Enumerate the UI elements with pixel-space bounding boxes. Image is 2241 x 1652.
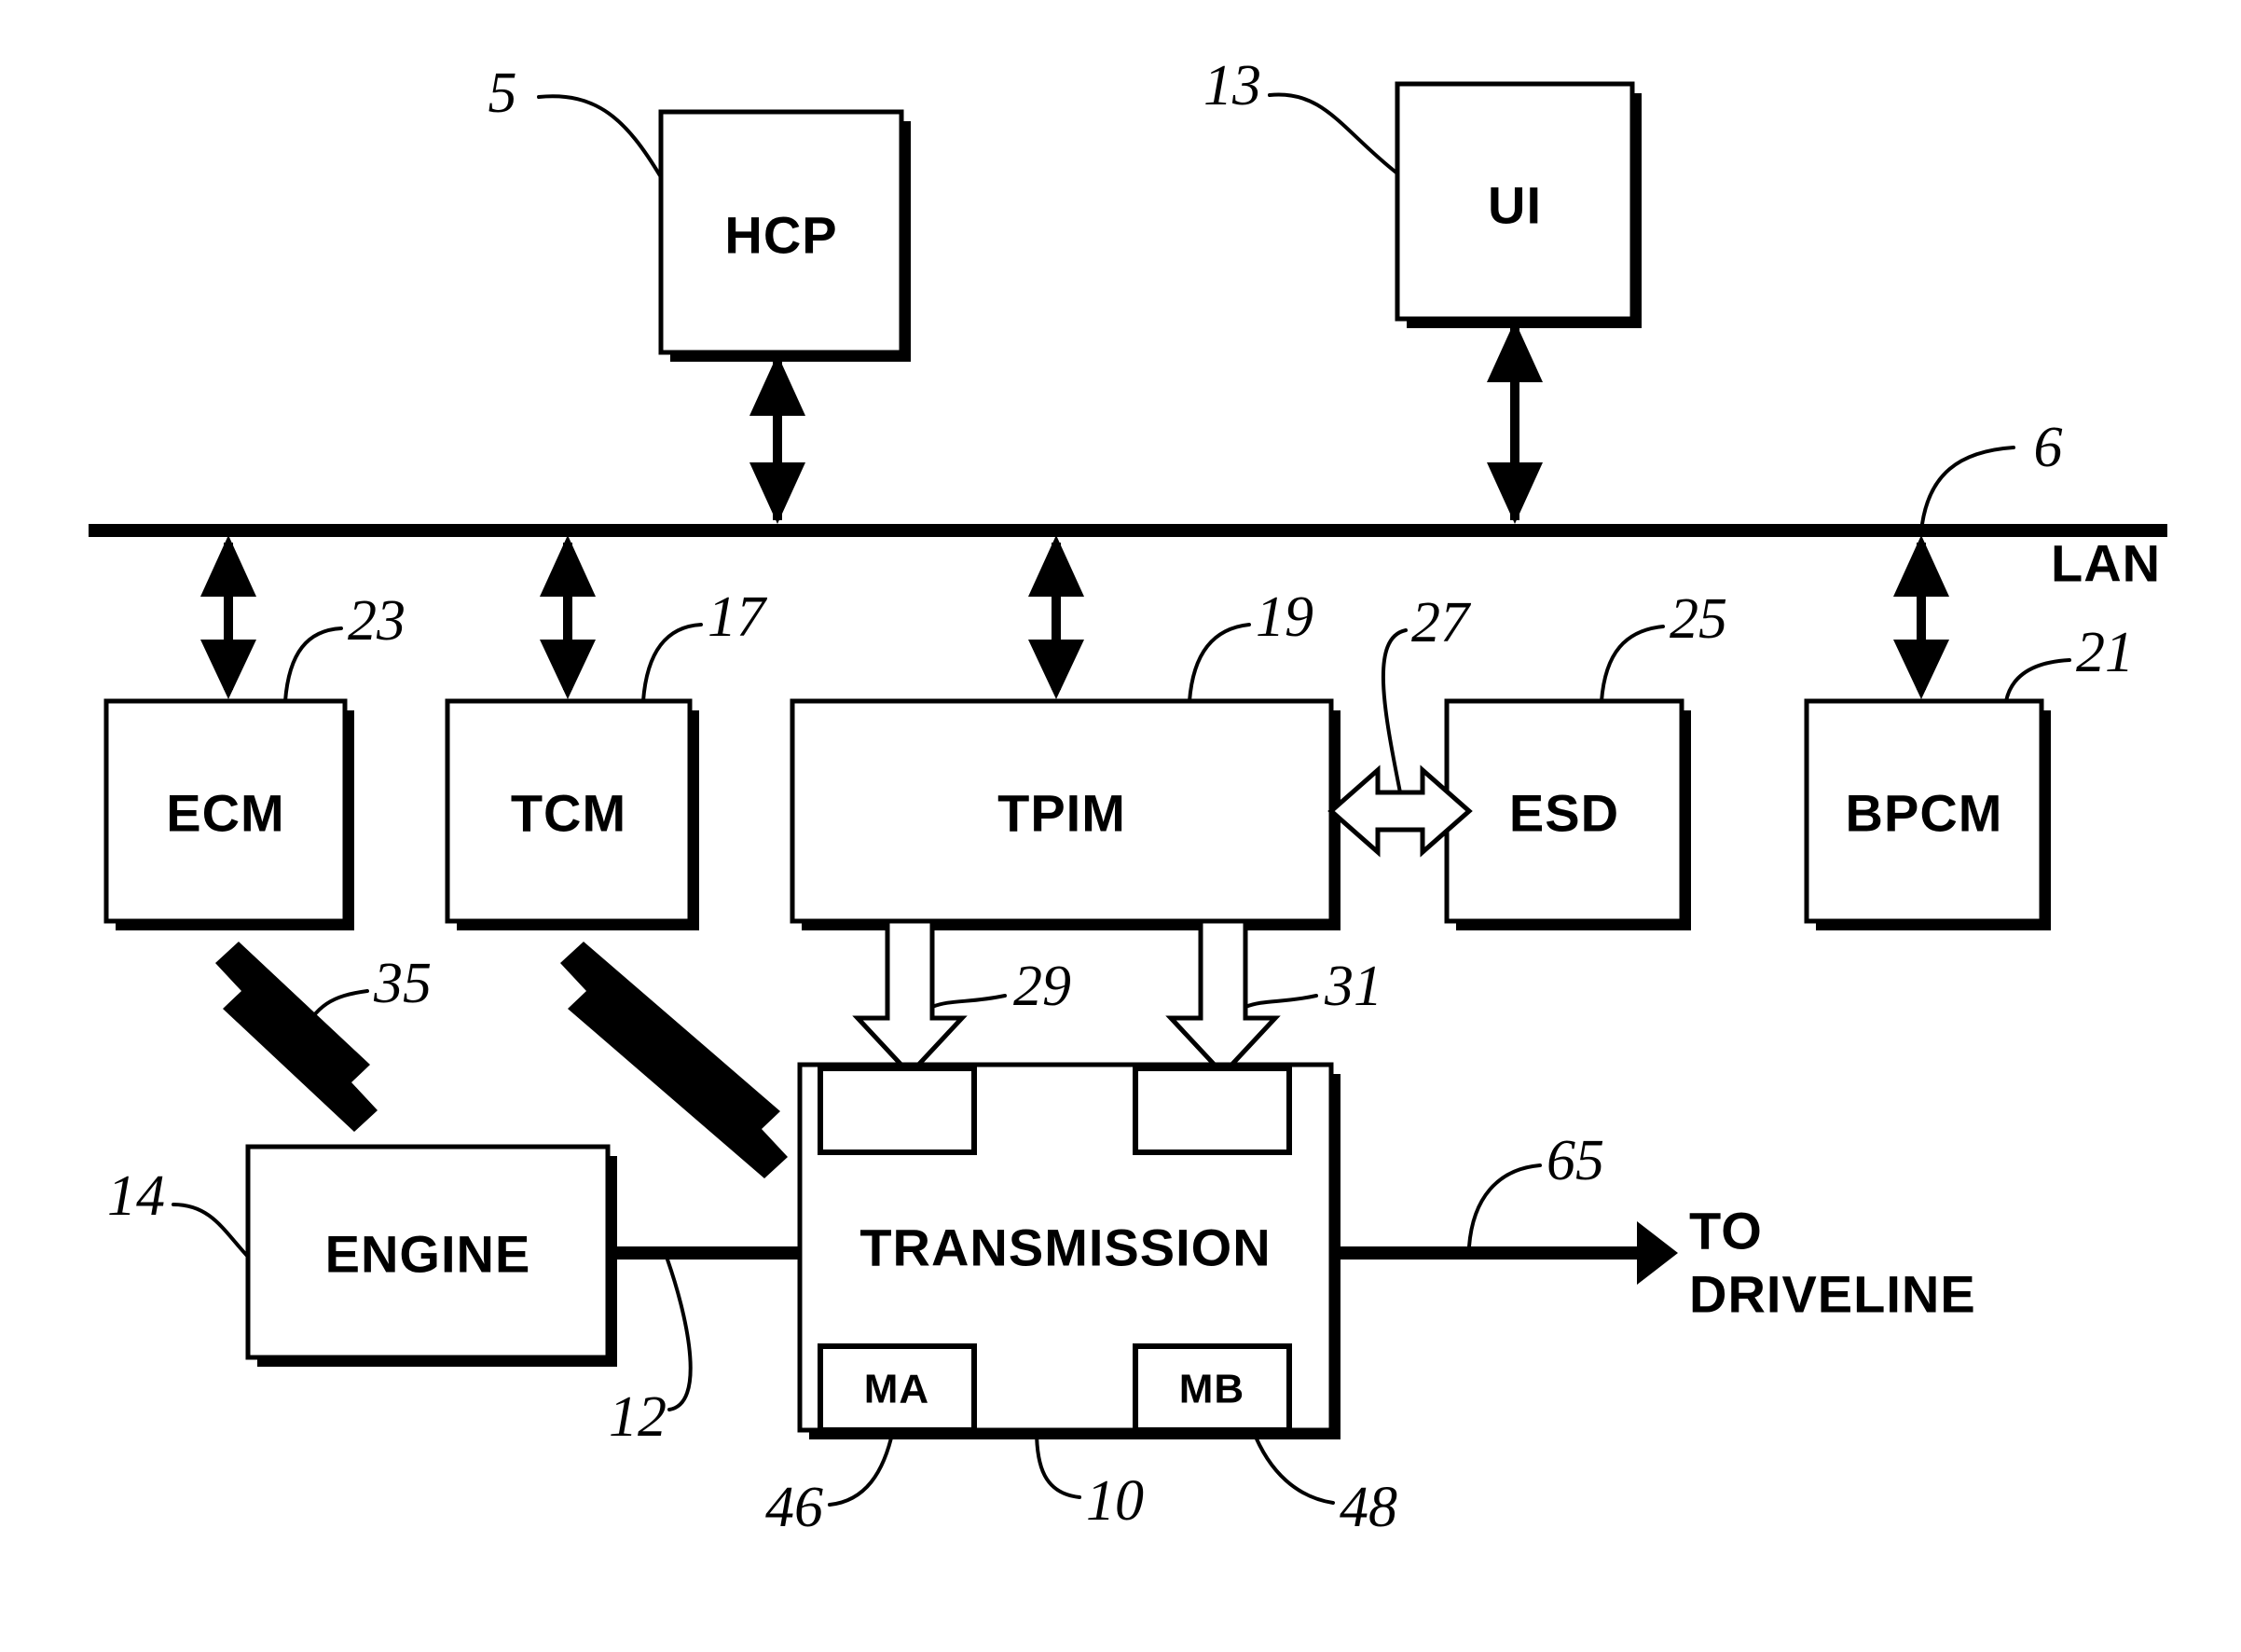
ref-25-group: 25: [1600, 587, 1727, 703]
ref-19-leader: [1188, 623, 1251, 703]
ref-13-group: 13: [1203, 54, 1399, 175]
lan-bus-line: [89, 524, 2167, 537]
connector-tpim-machine-b: [1165, 918, 1281, 1078]
block-engine[interactable]: ENGINE: [245, 1144, 617, 1367]
connector-lan-ecm: [200, 535, 256, 699]
engine-output-shaft: [608, 1246, 800, 1260]
connector-tcm-transmission: [560, 942, 788, 1178]
ref-21-leader: [2004, 658, 2071, 703]
ref-48-leader: [1251, 1428, 1335, 1505]
ref-17: 17: [708, 585, 768, 649]
ref-19: 19: [1256, 585, 1313, 649]
block-ui[interactable]: UI: [1395, 81, 1642, 328]
ref-6-group: 6: [1920, 416, 2063, 526]
ref-31-group: 31: [1244, 955, 1382, 1018]
tpim-mb-arrow: [1165, 918, 1281, 1078]
block-esd[interactable]: ESD: [1444, 698, 1691, 930]
ref-17-leader: [641, 623, 703, 703]
driveline-label-line1: TO: [1689, 1202, 1763, 1260]
machine-a-label: MA: [864, 1367, 929, 1412]
block-tcm[interactable]: TCM: [445, 698, 699, 930]
ref-29: 29: [1013, 955, 1071, 1018]
ref-21: 21: [2076, 621, 2134, 684]
ref-46: 46: [765, 1476, 823, 1539]
ref-65: 65: [1547, 1129, 1604, 1192]
ref-23-group: 23: [283, 589, 406, 703]
ref-5-leader: [537, 94, 663, 179]
ref-17-group: 17: [641, 585, 768, 703]
ref-48-group: 48: [1251, 1428, 1397, 1539]
transmission-label: TRANSMISSION: [859, 1218, 1271, 1277]
tcm-label: TCM: [511, 784, 626, 843]
ref-10: 10: [1086, 1469, 1144, 1533]
tpim-label: TPIM: [997, 784, 1126, 843]
connector-ecm-engine: [215, 942, 378, 1132]
ref-29-leader: [930, 994, 1007, 1009]
ref-5: 5: [488, 62, 517, 125]
ref-25: 25: [1670, 587, 1727, 651]
connector-ui-lan: [1487, 321, 1543, 524]
block-tpim[interactable]: TPIM: [790, 698, 1340, 930]
patent-block-diagram: HCP 5 UI 13 LAN 6 ECM 23 TCM 17 TPIM 19 …: [89, 54, 2167, 1539]
transmission-inner-top-right: [1133, 1066, 1292, 1155]
ref-46-leader: [828, 1428, 895, 1507]
ref-12-group: 12: [609, 1258, 693, 1449]
ref-14-group: 14: [107, 1164, 250, 1259]
ref-23-leader: [283, 626, 343, 703]
connector-lan-bpcm: [1893, 535, 1949, 699]
ref-48: 48: [1340, 1476, 1397, 1539]
block-transmission[interactable]: TRANSMISSION MA MB: [797, 1062, 1340, 1439]
ref-14: 14: [107, 1164, 165, 1228]
block-hcp[interactable]: HCP: [658, 109, 911, 362]
ref-46-group: 46: [765, 1428, 895, 1539]
ui-label: UI: [1488, 176, 1542, 235]
ref-21-group: 21: [2004, 621, 2134, 703]
connector-hcp-lan: [749, 354, 805, 524]
ref-10-group: 10: [1035, 1428, 1144, 1533]
ref-13-leader: [1268, 92, 1399, 175]
connector-tpim-machine-a: [852, 918, 968, 1078]
esd-label: ESD: [1509, 784, 1619, 843]
connector-lan-tpim: [1028, 535, 1084, 699]
ref-19-group: 19: [1188, 585, 1313, 703]
ref-35: 35: [373, 952, 432, 1015]
ref-5-group: 5: [488, 62, 663, 179]
ref-6: 6: [2034, 416, 2063, 479]
ref-65-leader: [1467, 1163, 1542, 1248]
ref-27: 27: [1411, 591, 1472, 654]
hcp-label: HCP: [724, 206, 837, 265]
machine-b-label: MB: [1179, 1367, 1244, 1412]
ref-31-leader: [1244, 994, 1318, 1009]
ref-25-leader: [1600, 625, 1665, 703]
block-bpcm[interactable]: BPCM: [1804, 698, 2051, 930]
tpim-ma-arrow: [852, 918, 968, 1078]
ref-27-leader: [1381, 628, 1408, 794]
connector-output-driveline: [1331, 1221, 1678, 1285]
block-ecm[interactable]: ECM: [103, 698, 354, 930]
ref-31: 31: [1324, 955, 1382, 1018]
ref-13: 13: [1203, 54, 1261, 117]
ref-12-leader: [666, 1258, 693, 1411]
figure-canvas: HCP 5 UI 13 LAN 6 ECM 23 TCM 17 TPIM 19 …: [0, 0, 2241, 1652]
ref-29-group: 29: [930, 955, 1071, 1018]
bpcm-label: BPCM: [1846, 784, 2003, 843]
engine-label: ENGINE: [325, 1225, 531, 1284]
ref-6-leader: [1920, 446, 2015, 526]
lan-label: LAN: [2051, 534, 2161, 593]
ref-12: 12: [609, 1385, 667, 1449]
ref-65-group: 65: [1467, 1129, 1604, 1248]
ref-10-leader: [1035, 1428, 1081, 1499]
ecm-label: ECM: [166, 784, 284, 843]
ref-14-leader: [172, 1203, 250, 1259]
driveline-label-line2: DRIVELINE: [1689, 1265, 1976, 1324]
transmission-inner-top-left: [818, 1066, 977, 1155]
ref-23: 23: [348, 589, 406, 653]
connector-lan-tcm: [540, 535, 596, 699]
